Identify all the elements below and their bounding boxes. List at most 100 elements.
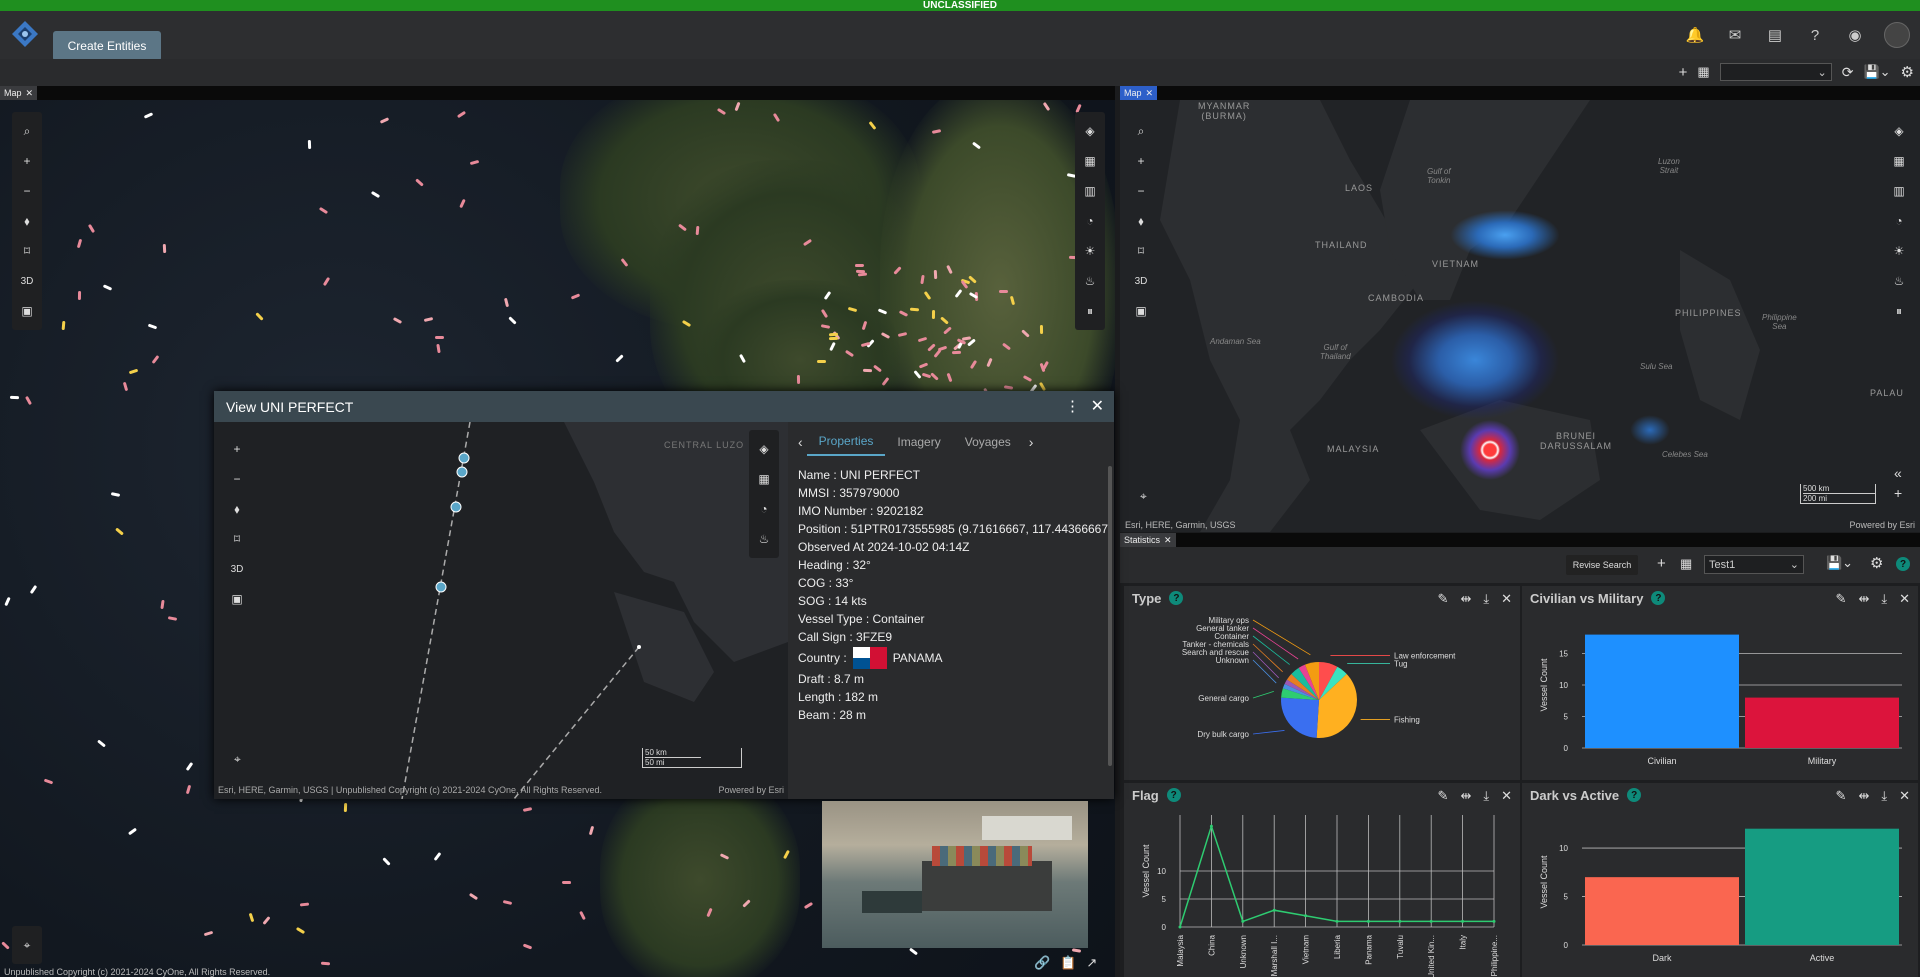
bookmark-icon[interactable]: ⌑ [14, 236, 40, 266]
close-icon[interactable]: ✕ [26, 88, 34, 99]
layers-icon[interactable]: ◈ [751, 434, 777, 464]
vessel-marker[interactable] [160, 599, 165, 610]
vessel-marker[interactable] [76, 238, 82, 249]
vessel-marker[interactable] [322, 276, 331, 286]
3d-toggle[interactable]: 3D [14, 266, 40, 296]
vessel-marker[interactable] [415, 178, 425, 187]
bookmark-icon[interactable]: ⌑ [224, 524, 250, 554]
3d-toggle[interactable]: 3D [224, 554, 250, 584]
vessel-marker[interactable] [931, 310, 935, 320]
compass-icon[interactable]: ⬧ [1128, 206, 1154, 236]
add-icon[interactable]: + [1679, 64, 1688, 81]
download-icon[interactable]: ⤓ [1483, 788, 1489, 804]
vessel-marker[interactable] [423, 316, 434, 322]
zoom-in-icon[interactable]: + [1128, 146, 1154, 176]
vessel-marker[interactable] [379, 116, 390, 124]
edit-icon[interactable]: ✎ [1836, 788, 1847, 804]
3d-toggle[interactable]: 3D [1128, 266, 1154, 296]
close-icon[interactable]: ✕ [1501, 591, 1512, 607]
external-link-icon[interactable]: ↗ [1086, 955, 1097, 971]
zoom-out-icon[interactable]: − [224, 464, 250, 494]
avatar[interactable] [1884, 22, 1910, 48]
heatmap-icon[interactable]: ♨ [1077, 266, 1103, 296]
mail-icon[interactable]: ✉ [1724, 24, 1746, 46]
vessel-track-map[interactable]: CENTRAL LUZO + − ⬧ ⌑ 3D ▣ ⌖ ◈ ▦ ◔ ♨ 50 k… [214, 422, 788, 799]
save-icon[interactable]: 💾⌄ [1863, 64, 1890, 80]
vessel-marker[interactable] [433, 851, 442, 861]
save-map-icon[interactable]: ▣ [224, 584, 250, 614]
properties-scrollbar[interactable] [1108, 466, 1112, 766]
add-widget-icon[interactable]: + [1657, 555, 1666, 572]
close-icon[interactable]: ✕ [1501, 788, 1512, 804]
grid-icon[interactable]: ▦ [1077, 146, 1103, 176]
basemap-icon[interactable]: ▥ [1886, 176, 1912, 206]
vessel-marker[interactable] [951, 351, 961, 355]
vessel-marker[interactable] [570, 293, 580, 300]
vessel-marker[interactable] [998, 290, 1008, 294]
vessel-marker[interactable] [9, 395, 19, 399]
help-icon[interactable]: ? [1804, 24, 1826, 46]
vessel-marker[interactable] [97, 739, 107, 748]
collapse-icon[interactable]: « [1894, 465, 1902, 481]
grid-icon[interactable]: ▦ [1886, 146, 1912, 176]
vessel-marker[interactable] [103, 283, 113, 291]
vessel-marker[interactable] [469, 159, 480, 165]
vessel-marker[interactable] [1071, 948, 1081, 953]
vessel-marker[interactable] [503, 297, 509, 307]
vessel-marker[interactable] [933, 270, 937, 280]
vessel-marker[interactable] [295, 926, 306, 935]
vessel-marker[interactable] [803, 902, 814, 910]
vessel-marker[interactable] [862, 368, 873, 372]
search-icon[interactable]: ⌕ [14, 116, 40, 146]
close-icon[interactable]: ✕ [1146, 88, 1154, 99]
heatmap-icon[interactable]: ♨ [751, 524, 777, 554]
help-icon[interactable]: ? [1166, 788, 1181, 802]
vessel-marker[interactable] [457, 110, 467, 119]
zoom-in-icon[interactable]: + [224, 434, 250, 464]
compass-icon[interactable]: ⬧ [14, 206, 40, 236]
vessel-marker[interactable] [522, 943, 532, 950]
vessel-marker[interactable] [167, 616, 178, 622]
close-icon[interactable]: ✕ [1899, 788, 1910, 804]
vessel-marker[interactable] [185, 784, 192, 794]
tab-voyages[interactable]: Voyages [953, 429, 1023, 455]
zoom-out-icon[interactable]: − [14, 176, 40, 206]
revise-search-button[interactable]: Revise Search [1566, 555, 1638, 575]
resize-icon[interactable]: ⇹ [1460, 591, 1471, 607]
resize-icon[interactable]: ⇹ [1460, 788, 1471, 804]
vessel-marker[interactable] [579, 910, 586, 921]
tab-prev-icon[interactable]: ‹ [798, 434, 803, 450]
save-map-icon[interactable]: ▣ [1128, 296, 1154, 326]
edit-icon[interactable]: ✎ [1438, 788, 1449, 804]
layout-icon[interactable]: ▦ [1697, 64, 1709, 80]
vessel-marker[interactable] [163, 243, 167, 254]
vessel-marker[interactable] [114, 527, 124, 536]
vessel-marker[interactable] [299, 902, 310, 907]
vessel-marker[interactable] [508, 316, 518, 325]
vessel-marker[interactable] [30, 584, 38, 594]
workspace-select[interactable]: ⌄ [1719, 63, 1832, 81]
vessel-marker[interactable] [614, 354, 624, 363]
vessel-marker[interactable] [248, 912, 255, 922]
resize-icon[interactable]: ⇹ [1858, 591, 1869, 607]
vessel-marker[interactable] [589, 825, 595, 835]
tab-map-left[interactable]: Map ✕ [0, 86, 38, 100]
vessel-marker[interactable] [1, 941, 10, 951]
vessel-marker[interactable] [561, 881, 571, 885]
weather-icon[interactable]: ☀ [1886, 236, 1912, 266]
grid-icon[interactable]: ▦ [751, 464, 777, 494]
vessel-marker[interactable] [695, 225, 700, 236]
compass-icon[interactable]: ⬧ [224, 494, 250, 524]
edit-icon[interactable]: ✎ [1438, 591, 1449, 607]
alert-icon[interactable]: 🔔 [1684, 24, 1706, 46]
refresh-icon[interactable]: ⟳ [1842, 64, 1854, 81]
close-icon[interactable]: ✕ [1899, 591, 1910, 607]
close-icon[interactable]: ✕ [1091, 396, 1104, 416]
tab-map-right[interactable]: Map ✕ [1120, 86, 1158, 100]
download-icon[interactable]: ⤓ [1881, 591, 1887, 607]
vessel-marker[interactable] [128, 827, 138, 836]
close-icon[interactable]: ✕ [1164, 535, 1172, 546]
vessel-marker[interactable] [151, 355, 160, 365]
save-map-icon[interactable]: ▣ [14, 296, 40, 326]
settings-icon[interactable]: ⚙ [1901, 63, 1914, 81]
